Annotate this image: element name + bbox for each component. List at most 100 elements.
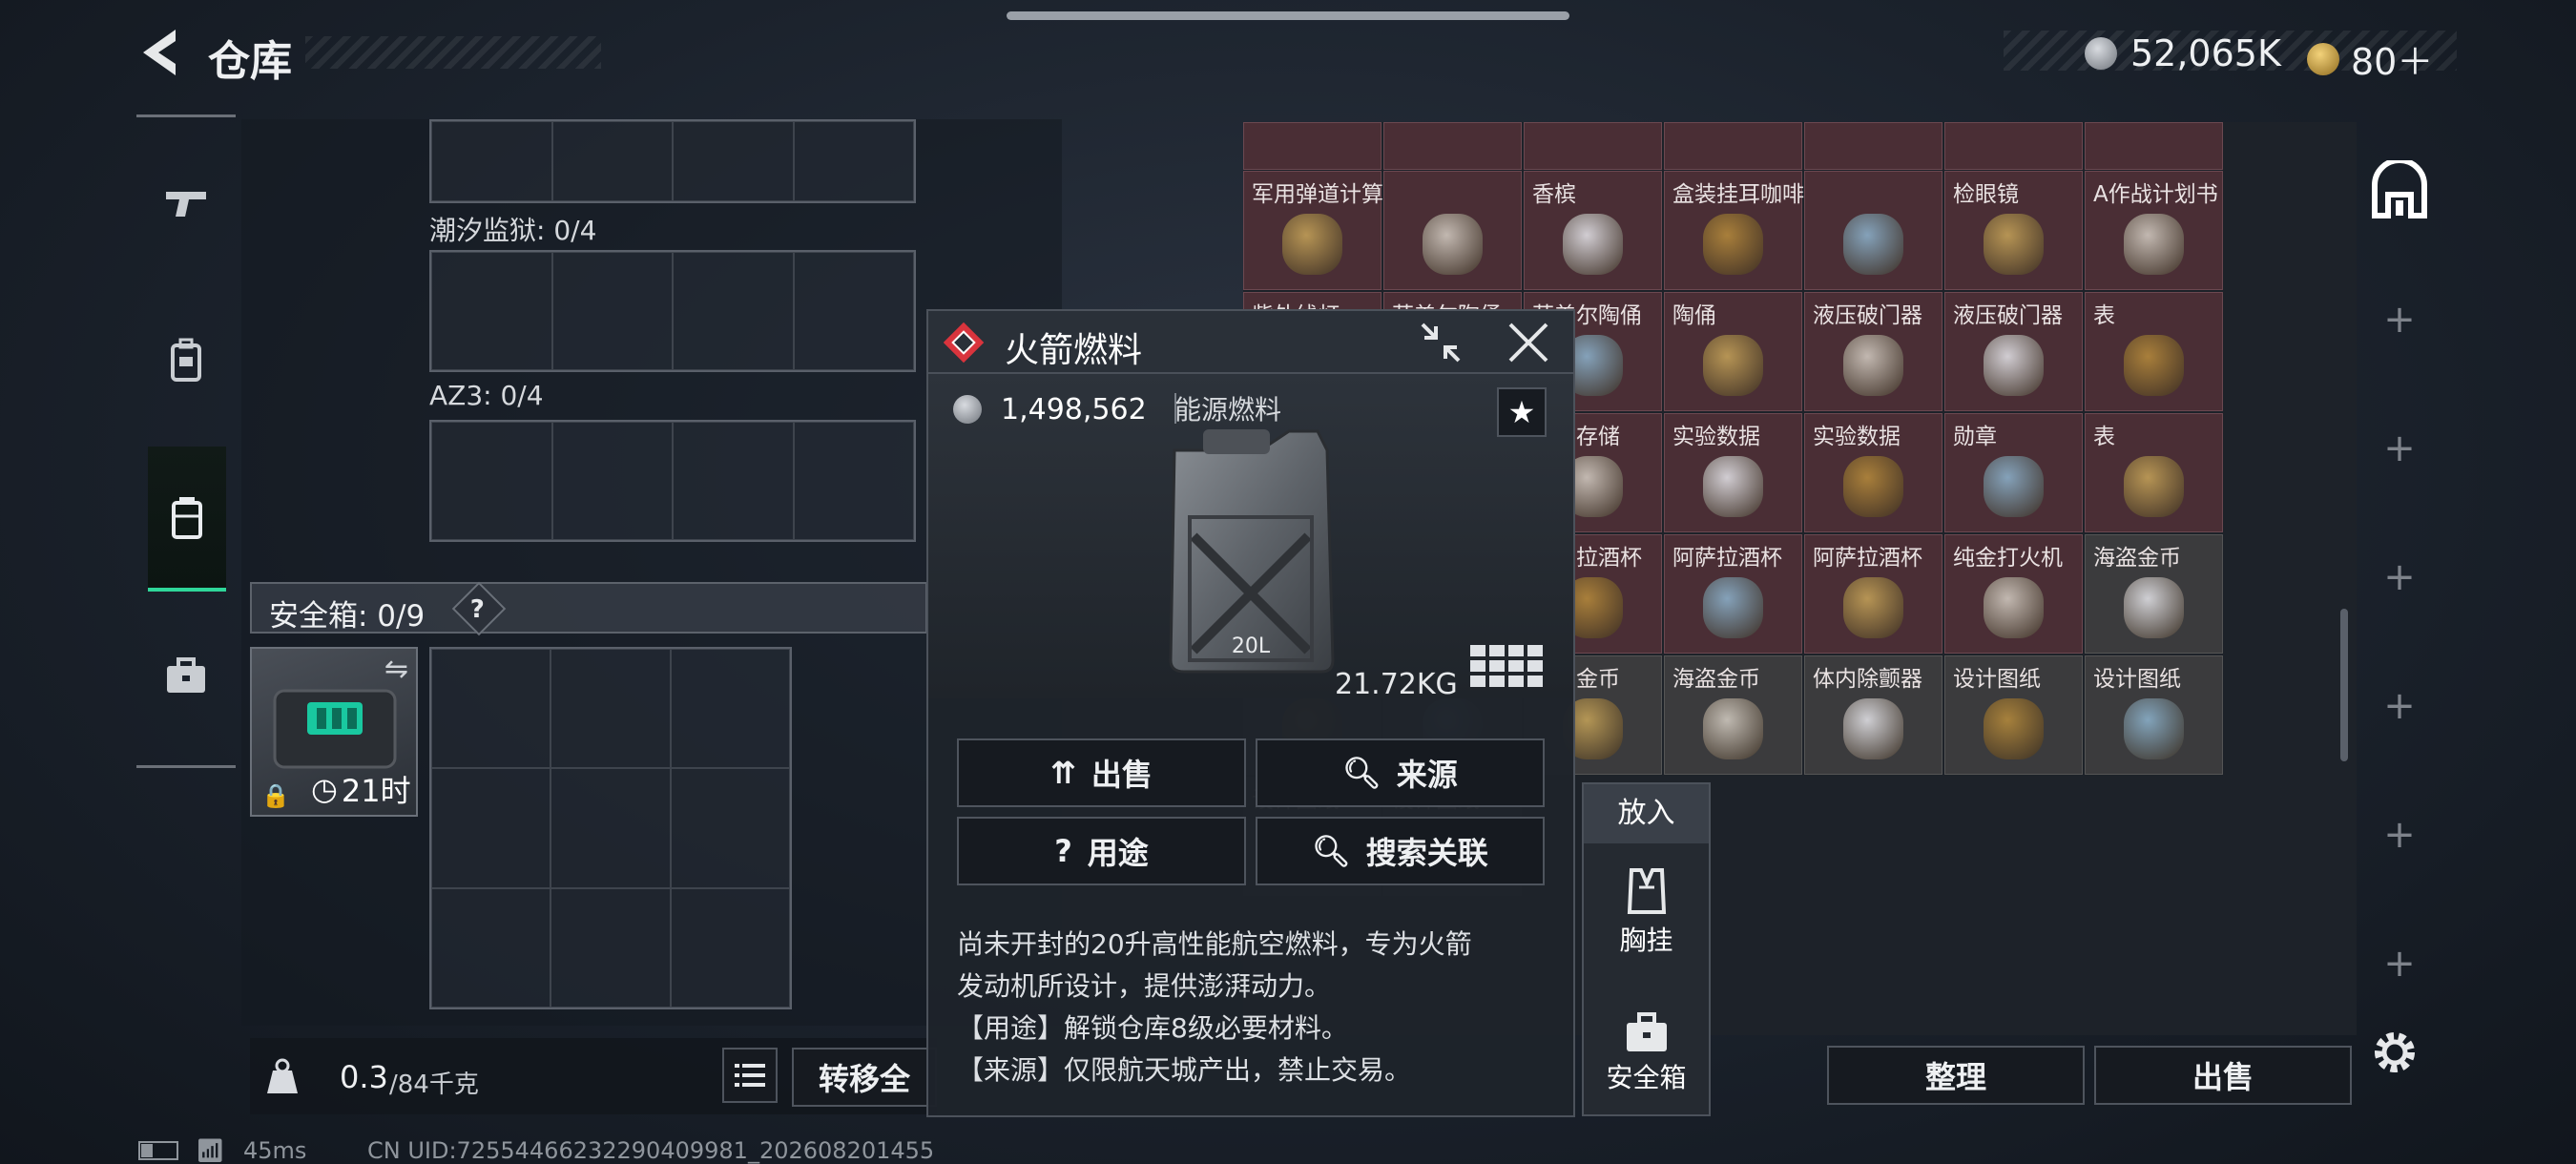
nav-backpack[interactable] [148,322,224,399]
inventory-item[interactable] [1383,171,1522,290]
organize-button[interactable]: 整理 [1827,1046,2085,1105]
collapse-icon[interactable] [1417,319,1465,366]
add-slot-icon[interactable]: + [2379,299,2420,341]
weight-bar: 0.3 /84千克 转移全 [250,1038,937,1114]
inventory-item[interactable]: 实验数据 [1804,413,1942,532]
item-size-grid-icon [1470,645,1543,687]
currency-main[interactable]: 52,065K [2085,32,2281,74]
inventory-item[interactable]: 液压破门器 [1944,292,2083,411]
nav-warehouse[interactable] [148,447,226,592]
inventory-item[interactable] [1944,122,2083,170]
desc-line: 发动机所设计，提供澎湃动力。 [957,970,1332,1002]
inventory-item[interactable] [2085,122,2223,170]
inventory-item[interactable] [1804,171,1942,290]
container-grid-1[interactable] [429,250,916,372]
safe-case-image [273,689,397,769]
top-handle-bar [1007,11,1569,20]
inventory-item-name: 液压破门器 [1953,303,2063,328]
inventory-scrollbar[interactable] [2340,609,2348,761]
currency-premium-value: 80＋ [2351,41,2434,83]
safe-box-grid[interactable] [429,647,792,1009]
sell-all-button[interactable]: 出售 [2094,1046,2352,1105]
add-slot-icon[interactable]: + [2379,427,2420,469]
inventory-item[interactable]: 勋章 [1944,413,2083,532]
container-grid-2[interactable] [429,420,916,542]
inventory-item[interactable]: 阿萨拉酒杯 [1804,534,1942,654]
currency-premium[interactable]: 80＋ [2307,32,2433,85]
nav-weapons[interactable] [148,165,224,241]
chest-rig-slot[interactable]: 胸挂 [1584,857,1709,971]
safe-box-header: 安全箱: 0/9 ? [250,581,927,636]
lock-icon: 🔒 [261,782,290,809]
desc-line: 【来源】仅限航天城产出，禁止交易。 [957,1054,1412,1086]
inventory-item[interactable]: A作战计划书 [2085,171,2223,290]
inventory-item-name: 海盗金币 [1672,667,1760,692]
inventory-item[interactable]: 军用弹道计算机 [1243,171,1405,290]
inventory-item[interactable] [1524,122,1662,170]
inventory-item[interactable] [1804,122,1942,170]
inventory-item-image [1843,335,1903,397]
inventory-item-image [1563,214,1623,276]
inventory-item[interactable]: 体内除颤器 [1804,655,1942,775]
safe-box-slot-label: 安全箱 [1606,1062,1687,1093]
left-nav [136,114,236,768]
nav-case[interactable] [148,637,224,714]
inventory-item[interactable] [1664,122,1802,170]
inventory-item[interactable]: 液压破门器 [1804,292,1942,411]
inventory-item[interactable]: 实验数据 [1664,413,1802,532]
close-icon[interactable] [1505,319,1552,366]
sell-icon: ⇈ [1050,755,1076,791]
transfer-all-button[interactable]: 转移全 [792,1048,937,1107]
clock-icon: ◷ [311,771,338,807]
list-view-icon[interactable] [722,1048,778,1103]
back-arrow-icon[interactable] [134,24,191,81]
locker-icon [172,497,202,539]
search-icon: 🔍︎ [1342,755,1381,791]
grid1-label: 潮汐监狱: 0/4 [429,215,597,246]
inventory-item[interactable]: 纯金打火机 [1944,534,2083,654]
inventory-item[interactable] [1383,122,1522,170]
add-slot-icon[interactable]: + [2379,556,2420,598]
stash-shortcut-icon[interactable] [2369,157,2430,221]
source-button[interactable]: 🔍︎ 来源 [1256,738,1545,807]
inventory-item-image [1843,577,1903,639]
inventory-item[interactable]: 香槟 [1524,171,1662,290]
safe-box-item[interactable]: ⇋ 🔒 ◷ 21时 [250,647,418,817]
inventory-item[interactable]: 阿萨拉酒杯 [1664,534,1802,654]
inventory-item-image [1703,335,1763,397]
inventory-item-image [1703,698,1763,760]
add-slot-icon[interactable]: + [2379,814,2420,856]
inventory-item[interactable]: 海盗金币 [1664,655,1802,775]
search-related-button[interactable]: 🔍︎ 搜索关联 [1256,817,1545,885]
usage-button[interactable]: ? 用途 [957,817,1246,885]
inventory-item[interactable]: 检眼镜 [1944,171,2083,290]
vest-icon [1627,868,1666,914]
add-slot-icon[interactable]: + [2379,943,2420,985]
inventory-item-image [1703,577,1763,639]
safe-box-label: 安全箱: 0/9 [269,599,426,634]
inventory-item-name: 陶俑 [1672,303,1716,328]
inventory-item-image [1984,577,2044,639]
grid2-label: AZ3: 0/4 [429,380,544,411]
inventory-item-image [1282,214,1342,276]
jerrycan-image: 20L [1169,429,1335,674]
swap-icon[interactable]: ⇋ [384,653,408,686]
inventory-item[interactable]: 海盗金币 [2085,534,2223,654]
favorite-star-icon[interactable]: ★ [1497,387,1547,437]
inventory-item[interactable]: 盒装挂耳咖啡 [1664,171,1804,290]
inventory-item[interactable]: 陶俑 [1664,292,1802,411]
add-slot-icon[interactable]: + [2379,685,2420,727]
inventory-item-name: 勋章 [1953,425,1997,449]
inventory-item[interactable] [1243,122,1381,170]
uid-text: CN UID:72554466232290409981_202608201455 [367,1137,935,1164]
inventory-item[interactable]: 表 [2085,292,2223,411]
safe-help-icon[interactable]: ? [451,581,507,636]
inventory-item[interactable]: 设计图纸 [2085,655,2223,775]
inventory-item[interactable]: 表 [2085,413,2223,532]
weight-unit: /84千克 [389,1070,479,1099]
safe-box-slot[interactable]: 安全箱 [1584,1004,1709,1118]
sell-button[interactable]: ⇈ 出售 [957,738,1246,807]
settings-gear-icon[interactable] [2368,1026,2421,1079]
container-grid-top[interactable] [429,119,916,203]
inventory-item[interactable]: 设计图纸 [1944,655,2083,775]
